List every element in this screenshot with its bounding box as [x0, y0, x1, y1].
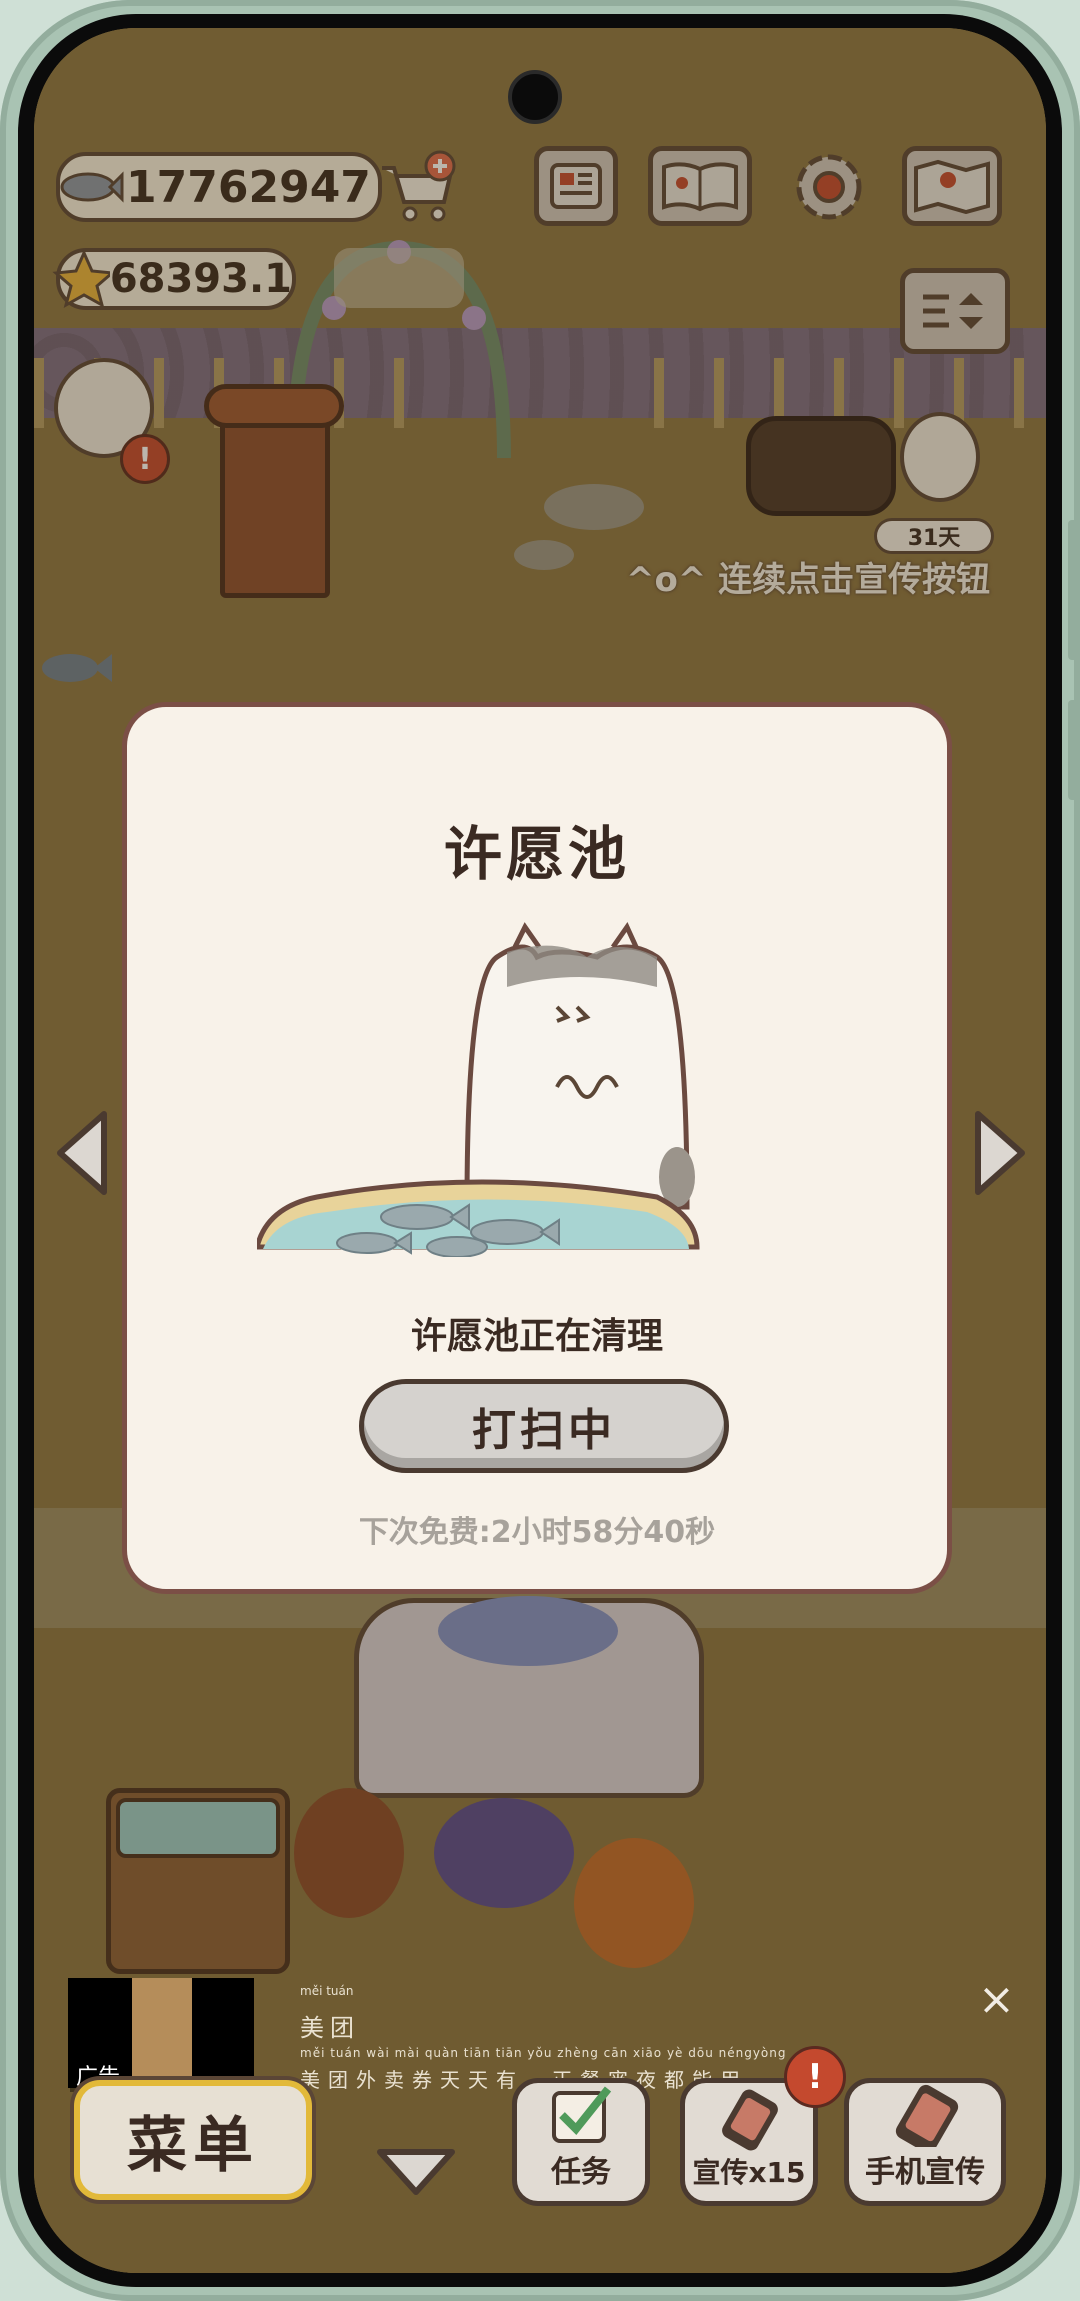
checkbox-icon [552, 2086, 612, 2143]
task-label: 任务 [551, 2155, 611, 2190]
ad-title[interactable]: 美团 [300, 2008, 360, 2043]
cleaning-button[interactable]: 打扫中 [359, 1379, 729, 1473]
task-button[interactable]: 任务 [512, 2078, 650, 2206]
menu-button[interactable]: 菜单 [74, 2080, 312, 2200]
ad-close-icon[interactable]: × [978, 1974, 1015, 2025]
phone-promo-button[interactable]: 手机宣传 [844, 2078, 1006, 2206]
volume-button [1068, 520, 1078, 660]
wishing-pond-illustration [257, 921, 700, 1257]
dialog-message: 许愿池正在清理 [410, 1316, 663, 1357]
alert-icon: ! [784, 2046, 846, 2108]
ad-description-pinyin: měi tuán wài mài quàn tiān tiān yǒu zhèn… [300, 2046, 787, 2060]
dialog-title: 许愿池 [443, 820, 630, 888]
ad-title-pinyin: měi tuán [300, 1984, 354, 1998]
down-arrow-icon[interactable] [374, 2144, 458, 2200]
phone-icon [895, 2084, 959, 2147]
power-button [1068, 700, 1078, 800]
game-screen: ! 31天 ^o^ 连续点击宣传按钮 17762947 68393.1 许愿池 … [34, 28, 1046, 2273]
wishing-well-dialog: 许愿池 许愿池正在清理 打扫中 下次免费:2小时58分40秒 [122, 702, 952, 1594]
promo-label: 宣传x15 [692, 2156, 806, 2189]
phone-frame: ! 31天 ^o^ 连续点击宣传按钮 17762947 68393.1 许愿池 … [0, 0, 1080, 2301]
phone-icon [722, 2089, 778, 2151]
left-arrow-icon[interactable] [50, 1108, 114, 1198]
phone-promo-label: 手机宣传 [865, 2155, 985, 2190]
right-arrow-icon[interactable] [968, 1108, 1032, 1198]
front-camera [508, 70, 562, 124]
free-timer-text: 下次免费:2小时58分40秒 [358, 1515, 716, 1550]
